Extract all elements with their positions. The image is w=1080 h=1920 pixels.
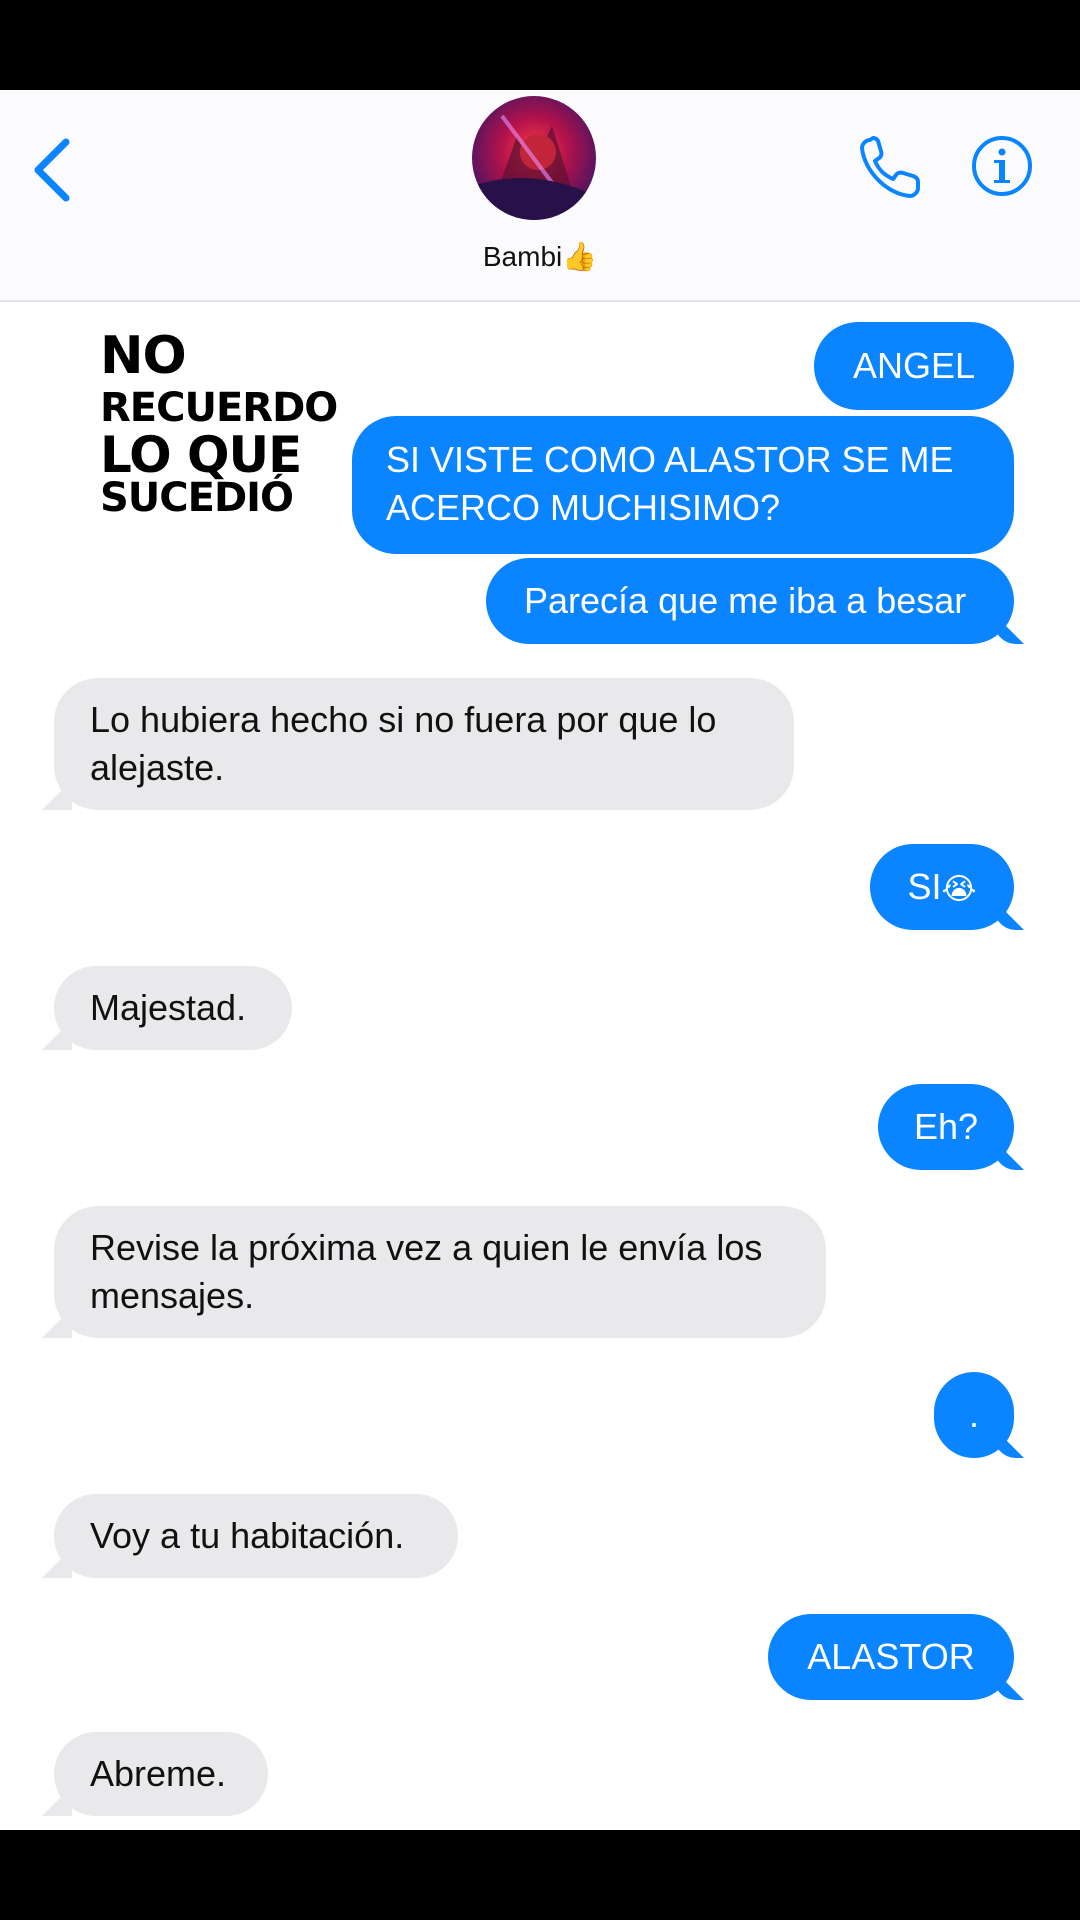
message-text: alejaste. [90, 747, 225, 788]
message-text: SI VISTE COMO ALASTOR SE ME [386, 439, 954, 480]
caption-line: RECUERDO [100, 385, 338, 431]
thumbs-up-icon: 👍 [562, 240, 598, 273]
message-bubble-sent[interactable]: Parecía que me iba a besar [486, 558, 1014, 644]
message-bubble-sent[interactable]: SI😭 [870, 844, 1014, 930]
contact-name[interactable]: Bambi👍 [0, 240, 1080, 273]
caption-line: LO QUE [100, 426, 302, 484]
message-bubble-sent[interactable]: ANGEL [814, 322, 1014, 410]
chevron-left-icon[interactable] [28, 130, 78, 210]
message-bubble-received[interactable]: Abreme. [54, 1732, 268, 1816]
message-bubble-sent[interactable]: ALASTOR [768, 1614, 1014, 1700]
message-text: Revise la próxima vez a quien le envía l… [90, 1227, 763, 1268]
message-text: Parecía que me iba a besar [524, 580, 967, 621]
message-bubble-received[interactable]: Voy a tu habitación. [54, 1494, 458, 1578]
message-bubble-sent[interactable]: Eh? [878, 1084, 1014, 1170]
message-bubble-received[interactable]: Lo hubiera hecho si no fuera por que lo … [54, 678, 794, 810]
info-icon[interactable] [970, 134, 1034, 198]
avatar[interactable] [472, 96, 596, 220]
message-bubble-received[interactable]: Revise la próxima vez a quien le envía l… [54, 1206, 826, 1338]
overlay-caption: NO RECUERDO LO QUE SUCEDIÓ [100, 326, 338, 521]
message-text: Eh? [913, 1106, 979, 1147]
message-text: ACERCO MUCHISIMO? [386, 487, 781, 528]
message-text: SI [907, 866, 942, 907]
chat-screen: Bambi👍 NO RECUERDO LO QUE SUCEDIÓ ANGEL [0, 90, 1080, 1830]
message-bubble-sent[interactable]: . [934, 1372, 1014, 1458]
message-bubble-sent[interactable]: SI VISTE COMO ALASTOR SE ME ACERCO MUCHI… [352, 416, 1014, 554]
message-text: . [968, 1394, 979, 1435]
crying-face-icon: 😭 [941, 872, 977, 907]
caption-line: SUCEDIÓ [100, 475, 294, 521]
contact-name-text: Bambi [482, 241, 563, 272]
message-text: ANGEL [852, 345, 976, 386]
caption-line: NO [100, 326, 187, 386]
phone-icon[interactable] [856, 132, 926, 202]
message-text: Voy a tu habitación. [90, 1515, 405, 1556]
message-text: Majestad. [90, 987, 247, 1028]
message-text: ALASTOR [807, 1636, 975, 1677]
message-text: Abreme. [90, 1753, 227, 1794]
message-bubble-received[interactable]: Majestad. [54, 966, 292, 1050]
message-text: mensajes. [90, 1275, 255, 1316]
message-text: Lo hubiera hecho si no fuera por que lo [90, 699, 717, 740]
conversation-header: Bambi👍 [0, 90, 1080, 302]
